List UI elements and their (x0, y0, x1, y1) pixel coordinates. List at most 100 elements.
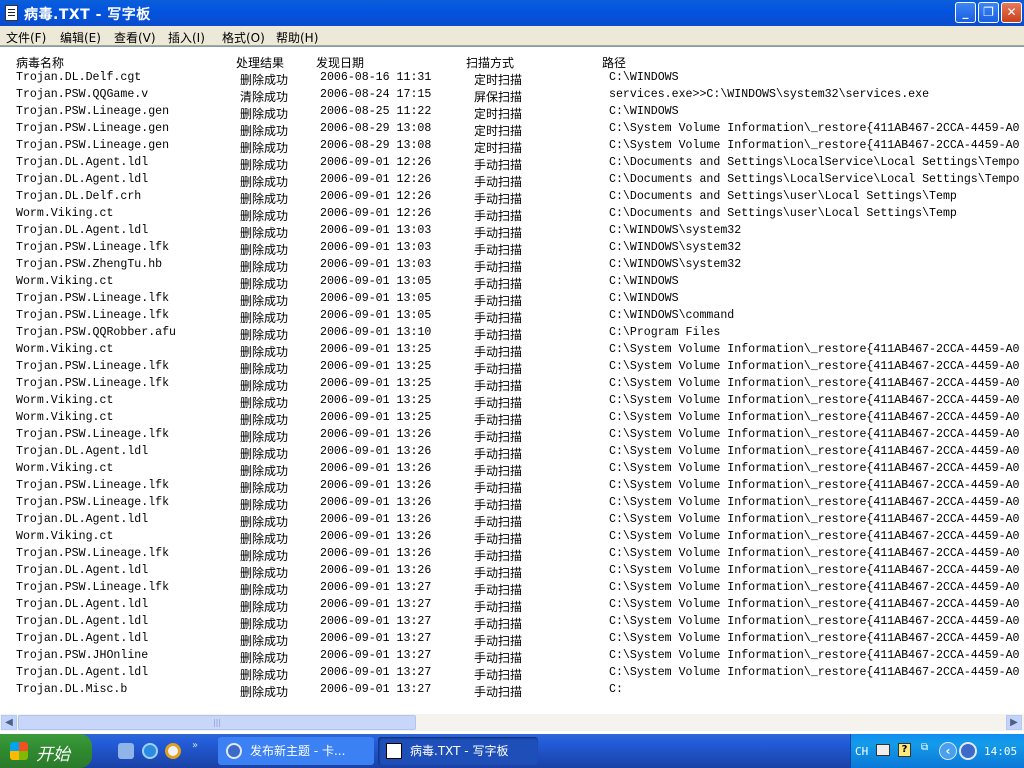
chevron-more-icon[interactable]: » (192, 740, 198, 751)
taskbar-task-wordpad[interactable]: 病毒.TXT - 写字板 (378, 737, 538, 765)
cell-virus-name: Trojan.DL.Delf.crh (16, 190, 142, 203)
network-icon[interactable]: ⧉ (921, 742, 928, 753)
media-player-icon[interactable] (165, 743, 181, 759)
cell-result: 删除成功 (240, 107, 289, 121)
help-icon[interactable]: ? (898, 743, 911, 757)
menu-format[interactable]: 格式(O) (222, 29, 265, 46)
cell-path: C:\System Volume Information\_restore{41… (609, 496, 1020, 509)
cell-scan-method: 手动扫描 (474, 430, 523, 444)
cell-scan-method: 手动扫描 (474, 175, 523, 189)
cell-date: 2006-09-01 13:25 (320, 343, 432, 356)
cell-scan-method: 手动扫描 (474, 243, 523, 257)
menu-view[interactable]: 查看(V) (114, 29, 156, 46)
header-scan-method: 扫描方式 (466, 56, 515, 70)
document-area[interactable]: 病毒名称 处理结果 发现日期 扫描方式 路径 Trojan.DL.Delf.cg… (0, 46, 1024, 714)
cell-result: 删除成功 (240, 515, 289, 529)
cell-date: 2006-09-01 13:27 (320, 581, 432, 594)
cell-date: 2006-09-01 12:26 (320, 190, 432, 203)
scroll-right-icon[interactable]: ▶ (1006, 715, 1022, 730)
horizontal-scrollbar[interactable]: ◀ ||| ▶ (0, 714, 1024, 731)
scroll-thumb[interactable]: ||| (18, 715, 416, 730)
keyboard-icon[interactable] (876, 744, 890, 756)
cell-scan-method: 定时扫描 (474, 124, 523, 138)
cell-scan-method: 手动扫描 (474, 685, 523, 699)
log-row: Trojan.DL.Agent.ldl 删除成功 2006-09-01 13:27 手… (0, 632, 1024, 649)
taskbar-task-forum[interactable]: 发布新主题 - 卡... (218, 737, 374, 765)
cell-result: 删除成功 (240, 566, 289, 580)
taskbar: 开始 » 发布新主题 - 卡... 病毒.TXT - 写字板 CH ? ⧉ ‹ … (0, 734, 1024, 768)
title-bar: 病毒.TXT - 写字板 _ ❐ ✕ (0, 0, 1024, 26)
cell-scan-method: 手动扫描 (474, 668, 523, 682)
cell-result: 删除成功 (240, 311, 289, 325)
cell-virus-name: Trojan.PSW.Lineage.lfk (16, 377, 170, 390)
cell-date: 2006-08-24 17:15 (320, 88, 432, 101)
log-row: Trojan.DL.Agent.ldl 删除成功 2006-09-01 13:26 手… (0, 513, 1024, 530)
cell-virus-name: Trojan.DL.Agent.ldl (16, 598, 149, 611)
cell-scan-method: 手动扫描 (474, 447, 523, 461)
log-row: Trojan.PSW.Lineage.lfk 删除成功 2006-09-01 13:… (0, 360, 1024, 377)
windows-logo-icon (10, 742, 28, 760)
cell-date: 2006-09-01 12:26 (320, 207, 432, 220)
cell-result: 删除成功 (240, 175, 289, 189)
cell-virus-name: Trojan.DL.Agent.ldl (16, 666, 149, 679)
log-row: Worm.Viking.ct 删除成功 2006-09-01 13:05 手动扫描 C:… (0, 275, 1024, 292)
cell-virus-name: Trojan.DL.Delf.cgt (16, 71, 142, 84)
cell-path: C:\System Volume Information\_restore{41… (609, 530, 1020, 543)
log-row: Worm.Viking.ct 删除成功 2006-09-01 13:25 手动扫描 C:… (0, 394, 1024, 411)
collapse-tray-icon[interactable]: ‹ (939, 742, 957, 760)
cell-result: 删除成功 (240, 464, 289, 478)
cell-date: 2006-09-01 12:26 (320, 173, 432, 186)
log-row: Trojan.PSW.Lineage.gen 删除成功 2006-08-25 11:… (0, 105, 1024, 122)
cell-scan-method: 手动扫描 (474, 532, 523, 546)
restore-button[interactable]: ❐ (978, 2, 999, 23)
cell-scan-method: 手动扫描 (474, 464, 523, 478)
start-button[interactable]: 开始 (0, 734, 92, 768)
cell-result: 删除成功 (240, 498, 289, 512)
scroll-left-icon[interactable]: ◀ (1, 715, 17, 730)
menu-insert[interactable]: 插入(I) (168, 29, 205, 46)
cell-result: 删除成功 (240, 447, 289, 461)
log-row: Trojan.DL.Agent.ldl 删除成功 2006-09-01 12:26 手… (0, 173, 1024, 190)
log-row: Trojan.DL.Agent.ldl 删除成功 2006-09-01 13:26 手… (0, 445, 1024, 462)
app-tray-icon[interactable] (959, 742, 977, 760)
cell-scan-method: 定时扫描 (474, 73, 523, 87)
log-row: Worm.Viking.ct 删除成功 2006-09-01 13:26 手动扫描 C:… (0, 462, 1024, 479)
show-desktop-icon[interactable] (118, 743, 134, 759)
menu-edit[interactable]: 编辑(E) (60, 29, 101, 46)
minimize-button[interactable]: _ (955, 2, 976, 23)
cell-path: C:\WINDOWS (609, 105, 679, 118)
cell-scan-method: 手动扫描 (474, 294, 523, 308)
cell-result: 删除成功 (240, 226, 289, 240)
cell-result: 删除成功 (240, 345, 289, 359)
menu-bar: 文件(F) 编辑(E) 查看(V) 插入(I) 格式(O) 帮助(H) (0, 26, 1024, 46)
log-row: Trojan.DL.Agent.ldl 删除成功 2006-09-01 13:26 手… (0, 564, 1024, 581)
system-tray: CH ? ⧉ ‹ 14:05 (850, 734, 1024, 768)
internet-explorer-icon[interactable] (142, 743, 158, 759)
log-row: Worm.Viking.ct 删除成功 2006-09-01 13:26 手动扫描 C:… (0, 530, 1024, 547)
cell-virus-name: Trojan.PSW.Lineage.lfk (16, 292, 170, 305)
cell-date: 2006-09-01 13:03 (320, 224, 432, 237)
cell-date: 2006-09-01 13:27 (320, 683, 432, 696)
cell-path: C:\Documents and Settings\user\Local Set… (609, 190, 957, 203)
log-row: Trojan.DL.Agent.ldl 删除成功 2006-09-01 12:26 手… (0, 156, 1024, 173)
header-result: 处理结果 (236, 56, 285, 70)
menu-file[interactable]: 文件(F) (6, 29, 46, 46)
cell-virus-name: Trojan.PSW.Lineage.lfk (16, 496, 170, 509)
cell-path: C:\System Volume Information\_restore{41… (609, 479, 1020, 492)
cell-date: 2006-08-29 13:08 (320, 139, 432, 152)
close-button[interactable]: ✕ (1001, 2, 1022, 23)
language-indicator[interactable]: CH (855, 745, 868, 758)
cell-path: C:\System Volume Information\_restore{41… (609, 139, 1020, 152)
cell-path: C:\Program Files (609, 326, 721, 339)
cell-path: C:\WINDOWS\system32 (609, 224, 742, 237)
cell-result: 删除成功 (240, 413, 289, 427)
menu-help[interactable]: 帮助(H) (276, 29, 318, 46)
log-row: Trojan.PSW.Lineage.lfk 删除成功 2006-09-01 13:… (0, 377, 1024, 394)
cell-scan-method: 手动扫描 (474, 498, 523, 512)
log-row: Trojan.DL.Agent.ldl 删除成功 2006-09-01 13:27 手… (0, 615, 1024, 632)
cell-result: 删除成功 (240, 668, 289, 682)
cell-path: C:\System Volume Information\_restore{41… (609, 377, 1020, 390)
cell-date: 2006-09-01 13:27 (320, 666, 432, 679)
cell-date: 2006-09-01 13:05 (320, 309, 432, 322)
cell-result: 删除成功 (240, 634, 289, 648)
